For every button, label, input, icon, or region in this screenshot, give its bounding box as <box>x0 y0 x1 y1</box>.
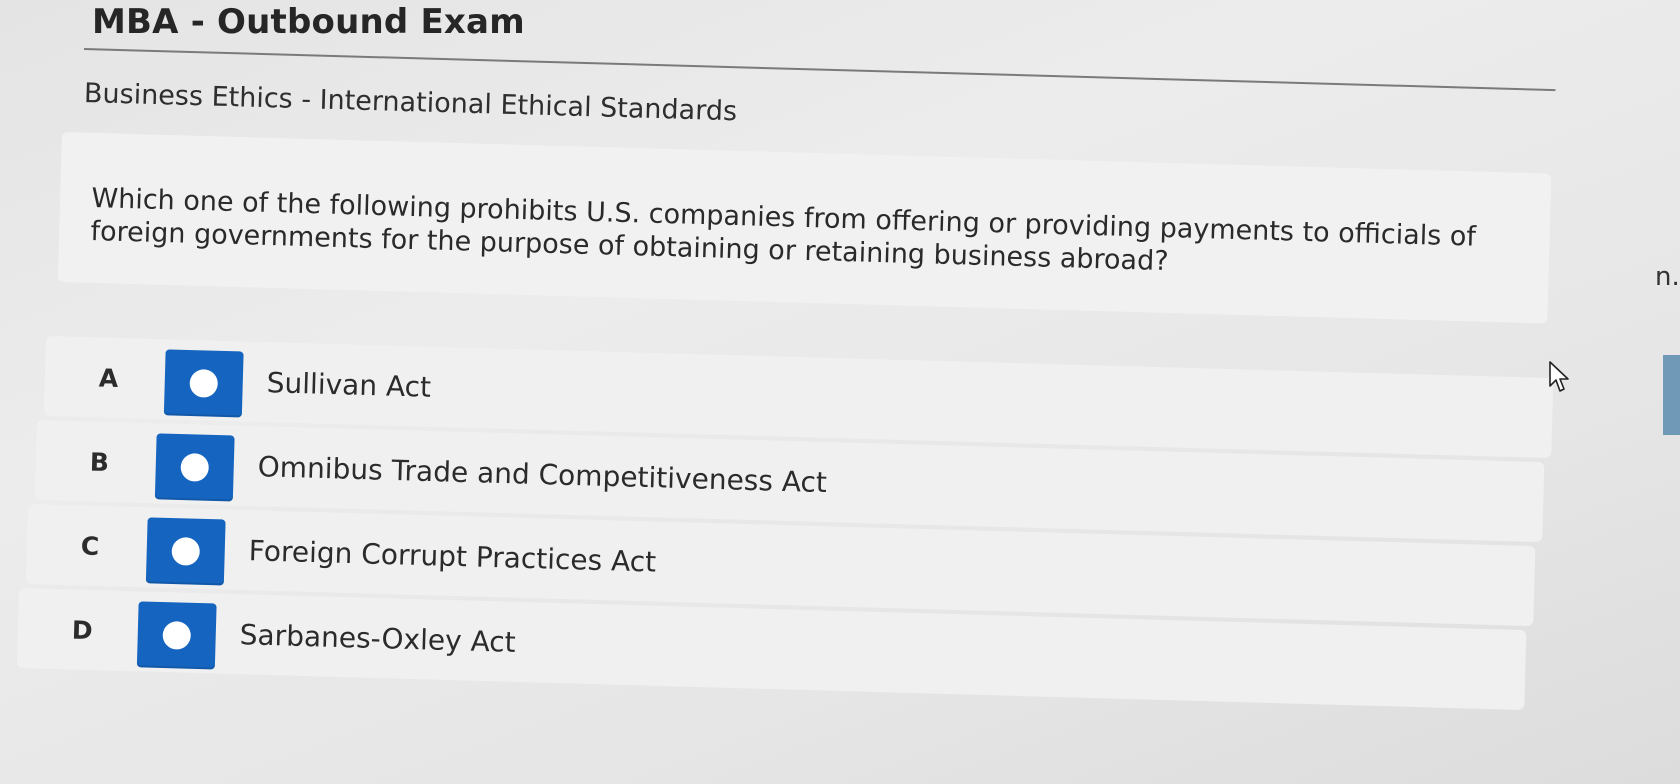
section-subtitle: Business Ethics - International Ethical … <box>83 78 738 128</box>
radio-button-c[interactable] <box>145 517 226 586</box>
mouse-pointer-icon <box>1549 361 1569 392</box>
radio-icon <box>189 369 219 398</box>
option-label: Omnibus Trade and Competitiveness Act <box>257 450 828 500</box>
option-letter: C <box>80 531 100 561</box>
option-letter: B <box>89 447 110 478</box>
radio-button-d[interactable] <box>136 601 217 670</box>
option-letter: A <box>98 363 119 394</box>
radio-button-b[interactable] <box>154 433 235 502</box>
radio-icon <box>180 453 210 482</box>
radio-button-a[interactable] <box>163 349 244 418</box>
scrollbar-strip[interactable] <box>1663 355 1680 435</box>
option-label: Sarbanes-Oxley Act <box>239 618 517 659</box>
side-text-fragment: n. <box>1655 262 1680 292</box>
option-label: Sullivan Act <box>266 366 432 404</box>
option-label: Foreign Corrupt Practices Act <box>248 534 657 579</box>
radio-icon <box>162 621 192 650</box>
option-letter: D <box>71 615 94 646</box>
radio-icon <box>171 537 201 566</box>
exam-title: MBA - Outbound Exam <box>92 2 525 42</box>
